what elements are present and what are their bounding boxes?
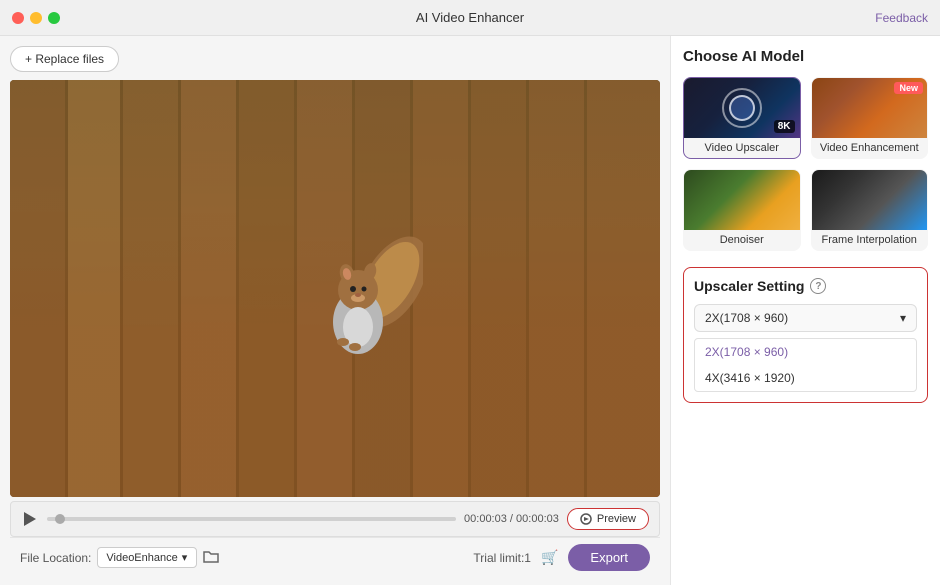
- traffic-lights: [12, 12, 60, 24]
- model-thumb-enhancement: New: [812, 78, 928, 138]
- model-thumb-interpolation: [812, 170, 928, 230]
- option-2x[interactable]: 2X(1708 × 960): [695, 339, 916, 365]
- chevron-down-icon: ▾: [182, 551, 188, 564]
- badge-new: New: [894, 82, 923, 94]
- progress-thumb: [55, 514, 65, 524]
- model-thumb-denoiser: [684, 170, 800, 230]
- squirrel-overlay: [303, 222, 423, 372]
- main-layout: + Replace files: [0, 36, 940, 585]
- video-container: [10, 80, 660, 497]
- file-location-select[interactable]: VideoEnhance ▾: [97, 547, 197, 568]
- total-time: 00:00:03: [516, 513, 559, 525]
- replace-files-button[interactable]: + Replace files: [10, 46, 119, 72]
- dropdown-options: 2X(1708 × 960) 4X(3416 × 1920): [694, 338, 917, 392]
- play-button[interactable]: [21, 510, 39, 528]
- model-card-video-upscaler[interactable]: 8K Video Upscaler: [683, 77, 801, 159]
- badge-8k: 8K: [774, 120, 795, 133]
- dropdown-chevron: ▾: [900, 311, 906, 325]
- replace-btn-row: + Replace files: [10, 46, 660, 72]
- model-card-video-enhancement[interactable]: New Video Enhancement: [811, 77, 929, 159]
- current-time: 00:00:03: [464, 513, 507, 525]
- model-label-enhancement: Video Enhancement: [812, 138, 928, 158]
- time-display: 00:00:03 / 00:00:03: [464, 513, 559, 525]
- upscaler-setting-section: Upscaler Setting ? 2X(1708 × 960) ▾ 2X(1…: [683, 267, 928, 403]
- model-card-denoiser[interactable]: Denoiser: [683, 169, 801, 251]
- feedback-link[interactable]: Feedback: [875, 11, 928, 25]
- file-location-value: VideoEnhance: [106, 552, 177, 564]
- upscaler-dropdown[interactable]: 2X(1708 × 960) ▾: [694, 304, 917, 332]
- close-button[interactable]: [12, 12, 24, 24]
- cart-icon[interactable]: 🛒: [541, 549, 558, 566]
- export-button[interactable]: Export: [568, 544, 650, 571]
- model-card-frame-interpolation[interactable]: Frame Interpolation: [811, 169, 929, 251]
- help-icon[interactable]: ?: [810, 278, 826, 294]
- minimize-button[interactable]: [30, 12, 42, 24]
- trial-limit-label: Trial limit:1: [473, 551, 531, 565]
- model-label-interpolation: Frame Interpolation: [812, 230, 928, 250]
- upscaler-setting-title: Upscaler Setting: [694, 278, 804, 294]
- title-bar: AI Video Enhancer Feedback: [0, 0, 940, 36]
- model-thumb-upscaler: 8K: [684, 78, 800, 138]
- folder-open-button[interactable]: [203, 549, 219, 566]
- model-label-denoiser: Denoiser: [684, 230, 800, 250]
- progress-track[interactable]: [47, 517, 456, 521]
- bottom-right: Trial limit:1 🛒 Export: [473, 544, 650, 571]
- app-title: AI Video Enhancer: [416, 10, 524, 25]
- selected-option: 2X(1708 × 960): [705, 311, 788, 325]
- choose-model-title: Choose AI Model: [683, 48, 928, 65]
- lens-inner: [729, 95, 755, 121]
- model-grid: 8K Video Upscaler New Video Enhancement …: [683, 77, 928, 251]
- controls-bar: 00:00:03 / 00:00:03 Preview: [10, 501, 660, 537]
- maximize-button[interactable]: [48, 12, 60, 24]
- model-label-upscaler: Video Upscaler: [684, 138, 800, 158]
- setting-header: Upscaler Setting ?: [694, 278, 917, 294]
- video-inner: [10, 80, 660, 497]
- preview-button[interactable]: Preview: [567, 508, 649, 530]
- preview-label: Preview: [597, 513, 636, 525]
- right-panel: Choose AI Model 8K Video Upscaler New Vi…: [670, 36, 940, 585]
- bottom-bar: File Location: VideoEnhance ▾ Trial limi…: [10, 537, 660, 577]
- file-location-label: File Location:: [20, 551, 91, 565]
- left-panel: + Replace files: [0, 36, 670, 585]
- lens-outer: [722, 88, 762, 128]
- option-4x[interactable]: 4X(3416 × 1920): [695, 365, 916, 391]
